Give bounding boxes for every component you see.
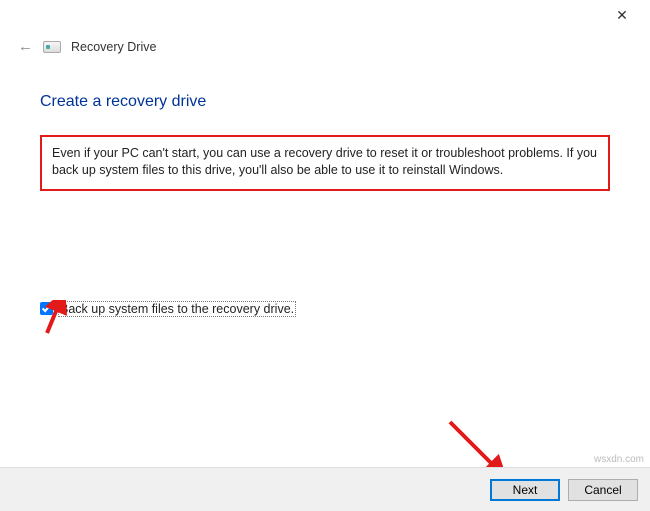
backup-checkbox-row: Back up system files to the recovery dri… (40, 301, 610, 317)
back-arrow-icon[interactable]: ← (18, 38, 33, 55)
watermark-text: wsxdn.com (594, 454, 644, 465)
content-area: Create a recovery drive Even if your PC … (0, 55, 650, 317)
next-button[interactable]: Next (490, 479, 560, 501)
footer-bar: Next Cancel (0, 467, 650, 511)
header-row: ← Recovery Drive (0, 30, 650, 55)
window-label: Recovery Drive (71, 40, 156, 54)
recovery-drive-icon (43, 41, 61, 53)
description-text: Even if your PC can't start, you can use… (40, 135, 610, 191)
page-title: Create a recovery drive (40, 93, 610, 111)
titlebar: ✕ (0, 0, 650, 30)
backup-checkbox[interactable] (40, 302, 53, 315)
close-icon: ✕ (616, 7, 628, 24)
backup-checkbox-label[interactable]: Back up system files to the recovery dri… (58, 301, 296, 317)
close-button[interactable]: ✕ (602, 1, 642, 29)
cancel-button[interactable]: Cancel (568, 479, 638, 501)
